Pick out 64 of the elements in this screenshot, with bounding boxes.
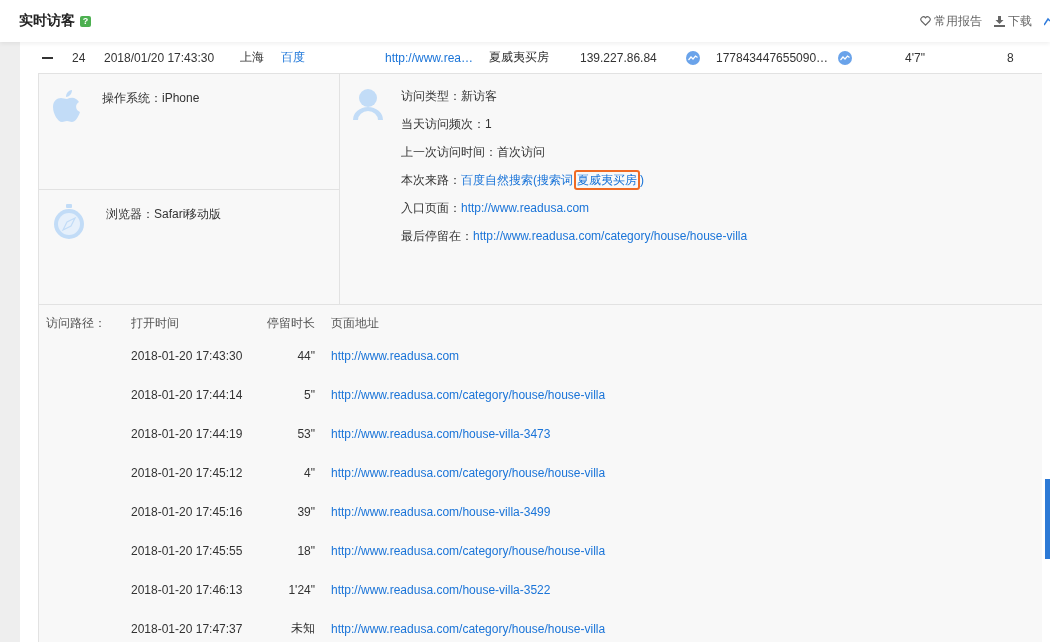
help-badge[interactable]: ? xyxy=(80,15,91,27)
page-url-link[interactable]: http://www.readusa.com xyxy=(331,348,460,363)
open-time-cell: 2018-01-20 17:45:55 xyxy=(131,543,241,558)
user-icon xyxy=(352,88,384,120)
keyword-cell-text: 夏威夷买房 xyxy=(489,49,550,66)
stay-duration-cell-text: 18" xyxy=(296,543,315,558)
browser-info: 浏览器：Safari移动版 xyxy=(106,206,222,223)
entry-url-link[interactable]: http://www.rea… xyxy=(385,50,489,65)
stay-duration-cell-text: 44" xyxy=(296,348,315,363)
heart-icon xyxy=(920,16,931,26)
path-label: 访问路径： xyxy=(45,314,107,332)
open-time-cell: 2018-01-20 17:45:16 xyxy=(131,504,241,519)
open-time-cell: 2018-01-20 17:44:14 xyxy=(131,387,241,402)
visit-time: 2018/01/20 17:43:30 xyxy=(104,50,216,65)
stay-duration-cell-text: 53" xyxy=(296,426,315,441)
os-info: 操作系统：iPhone xyxy=(102,90,200,107)
stay-duration-cell-text: 39" xyxy=(296,504,315,519)
info-label: 入口页面： xyxy=(401,201,461,215)
header-link[interactable]: 下载 xyxy=(994,12,1032,30)
trend-icon[interactable] xyxy=(1044,15,1050,27)
column-header: 停留时长 xyxy=(266,314,315,332)
stay-duration-cell-text: 1'24" xyxy=(287,582,315,597)
page-url-link[interactable]: http://www.readusa.com/category/house/house-villa xyxy=(331,465,606,480)
visit-info-text: 访问类型：新访客 xyxy=(401,89,497,103)
open-time-cell: 2018-01-20 17:43:30 xyxy=(131,348,241,363)
stay-duration-cell-text: 4" xyxy=(303,465,315,480)
page-url-link[interactable]: http://www.readusa.com/house-villa-3522 xyxy=(331,582,551,597)
ip-cell-text: 139.227.86.84 xyxy=(580,50,658,65)
visitor-id-cell-text: 177843447655090… xyxy=(716,50,830,65)
source-link[interactable]: 百度自然搜索(搜索词 xyxy=(461,173,573,187)
closing-paren: ) xyxy=(640,173,644,187)
scrollbar-thumb[interactable] xyxy=(1045,479,1050,559)
page-url-link[interactable]: http://www.readusa.com/house-villa-3473 xyxy=(331,426,551,441)
info-label: 最后停留在： xyxy=(401,229,473,243)
open-time-cell: 2018-01-20 17:47:37 xyxy=(131,621,241,636)
download-icon xyxy=(994,15,1005,27)
open-time-cell: 2018-01-20 17:45:12 xyxy=(131,465,241,480)
source-link[interactable]: 百度 xyxy=(281,49,385,66)
page-url-link[interactable]: http://www.readusa.com/category/house/house-villa xyxy=(331,387,606,402)
pages-cell-text: 8 xyxy=(1007,50,1015,65)
compass-icon xyxy=(52,204,86,240)
visit-info-text: 上一次访问时间：首次访问 xyxy=(401,145,545,159)
row-index: 24 xyxy=(72,50,87,65)
region-cell-text: 上海 xyxy=(240,49,265,66)
stay-duration-cell-text: 未知 xyxy=(290,620,315,637)
page-link[interactable]: http://www.readusa.com xyxy=(461,201,590,215)
stay-duration-cell-text: 5" xyxy=(303,387,315,402)
apple-icon xyxy=(52,88,82,124)
open-time-cell: 2018-01-20 17:44:19 xyxy=(131,426,241,441)
page-url-link[interactable]: http://www.readusa.com/house-villa-3499 xyxy=(331,504,551,519)
trend-icon[interactable] xyxy=(838,50,852,65)
trend-icon[interactable] xyxy=(686,50,700,65)
column-header: 页面地址 xyxy=(331,314,379,332)
column-header: 打开时间 xyxy=(131,314,180,332)
page-url-link[interactable]: http://www.readusa.com/category/house/house-villa xyxy=(331,621,606,636)
duration-cell-text: 4'7" xyxy=(905,50,926,65)
header-link[interactable]: 常用报告 xyxy=(920,12,982,30)
page-url-link[interactable]: http://www.readusa.com/category/house/house-villa xyxy=(331,543,606,558)
page-title: 实时访客 xyxy=(19,12,75,30)
highlighted-keyword: 夏威夷买房 xyxy=(574,170,640,190)
info-label: 本次来路： xyxy=(401,173,461,187)
page-link[interactable]: http://www.readusa.com/category/house/house-villa xyxy=(473,229,748,243)
visit-info-text: 当天访问频次：1 xyxy=(401,117,492,131)
open-time-cell: 2018-01-20 17:46:13 xyxy=(131,582,241,597)
